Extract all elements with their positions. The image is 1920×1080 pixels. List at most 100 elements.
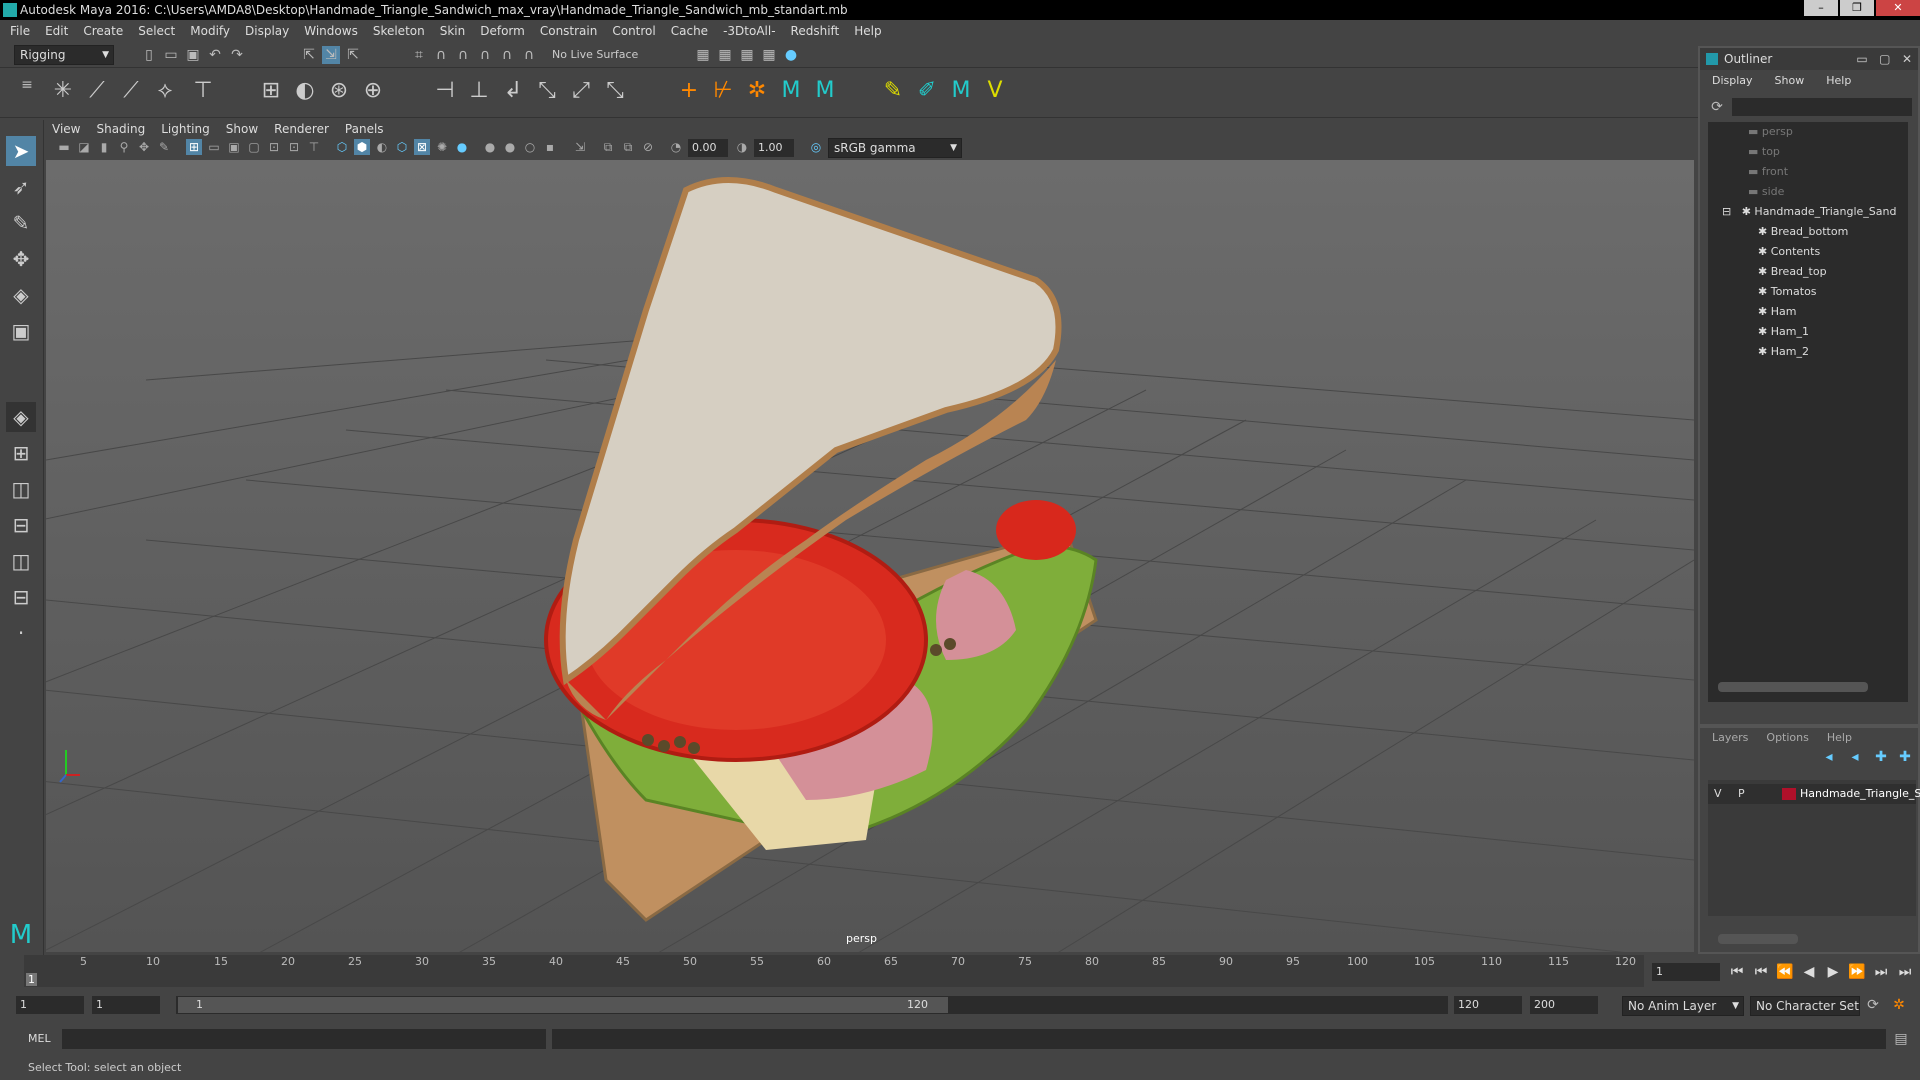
layer-menu-help[interactable]: Help (1827, 731, 1852, 744)
live-surface-label[interactable]: No Live Surface (552, 48, 638, 61)
motion-blur-icon[interactable]: ● (502, 139, 518, 155)
viewport-persp[interactable]: persp (46, 160, 1694, 952)
depth-of-field-icon[interactable]: ▪ (542, 139, 558, 155)
curve-locator-icon[interactable]: ⊬ (708, 76, 738, 106)
color-management-icon[interactable]: ◎ (808, 139, 824, 155)
menu-help[interactable]: Help (854, 24, 881, 38)
gate-mask-icon[interactable]: ▢ (246, 139, 262, 155)
viewport-menu-panels[interactable]: Panels (345, 122, 384, 136)
film-gate-icon[interactable]: ▭ (206, 139, 222, 155)
range-bar[interactable]: 1 120 (176, 996, 1448, 1014)
hik-icon[interactable]: M (776, 76, 806, 106)
viewport-menu-show[interactable]: Show (226, 122, 258, 136)
move-layer-up-icon[interactable]: ◂ (1820, 748, 1838, 766)
layer-visibility-toggle[interactable]: V (1714, 787, 1722, 800)
script-editor-icon[interactable]: ▤ (1892, 1030, 1910, 1048)
outliner-item-persp[interactable]: ▬ persp (1748, 122, 1793, 142)
step-forward-frame-icon[interactable]: ⏭ (1872, 963, 1890, 981)
smooth-shade-icon[interactable]: ⬢ (354, 139, 370, 155)
snap-view-icon[interactable]: ∩ (476, 46, 494, 64)
menu-cache[interactable]: Cache (671, 24, 708, 38)
four-view-icon[interactable]: ⊞ (6, 438, 36, 468)
ik-spline-icon[interactable]: ⟋ (116, 76, 146, 106)
aim-constraint-icon[interactable]: ⊥ (464, 76, 494, 106)
menuset-dropdown[interactable]: Rigging ▼ (14, 45, 114, 65)
cluster-icon[interactable]: ⊞ (256, 76, 286, 106)
menu-3dtoall[interactable]: -3DtoAll- (723, 24, 775, 38)
xray-components-icon[interactable]: ⊘ (640, 139, 656, 155)
go-to-end-icon[interactable]: ⏭ (1896, 963, 1914, 981)
layer-menu-layers[interactable]: Layers (1712, 731, 1748, 744)
brush-icon[interactable]: ✐ (912, 76, 942, 106)
outliner-menu-display[interactable]: Display (1712, 74, 1753, 87)
range-handle[interactable]: 1 120 (178, 997, 948, 1013)
maximize-button[interactable]: ❐ (1840, 0, 1874, 16)
new-scene-icon[interactable]: ▯ (140, 46, 158, 64)
layer-color-swatch[interactable] (1782, 788, 1796, 800)
play-backward-icon[interactable]: ◀ (1800, 963, 1818, 981)
snap-surface-icon[interactable]: ∩ (498, 46, 516, 64)
mirror-joint-icon[interactable]: ⊤ (188, 76, 218, 106)
menu-display[interactable]: Display (245, 24, 289, 38)
colorspace-dropdown[interactable]: sRGB gamma ▼ (828, 138, 962, 158)
render-view-icon[interactable]: ▦ (760, 46, 778, 64)
outliner-item-side[interactable]: ▬ side (1748, 182, 1784, 202)
skin-icon[interactable]: ✲ (742, 76, 772, 106)
step-forward-key-icon[interactable]: ⏩ (1848, 963, 1866, 981)
new-layer-selected-icon[interactable]: ✚ (1896, 748, 1914, 766)
shelf-menu-icon[interactable]: ≡ (18, 76, 36, 94)
snap-curve-icon[interactable]: ∩ (432, 46, 450, 64)
outliner-item-bread-bottom[interactable]: ✱ Bread_bottom (1758, 222, 1848, 242)
play-forward-icon[interactable]: ▶ (1824, 963, 1842, 981)
viewport-menu-shading[interactable]: Shading (96, 122, 145, 136)
anim-layer-dropdown[interactable]: No Anim Layer ▼ (1622, 996, 1744, 1016)
safe-title-icon[interactable]: ⊤ (306, 139, 322, 155)
field-chart-icon[interactable]: ⊡ (266, 139, 282, 155)
menu-constrain[interactable]: Constrain (540, 24, 598, 38)
menu-select[interactable]: Select (138, 24, 175, 38)
locator-icon[interactable]: + (674, 76, 704, 106)
menu-deform[interactable]: Deform (480, 24, 525, 38)
menu-redshift[interactable]: Redshift (791, 24, 840, 38)
select-object-icon[interactable]: ⇲ (322, 46, 340, 64)
rotate-tool-icon[interactable]: ◈ (6, 280, 36, 310)
hypershade-icon[interactable]: ● (782, 46, 800, 64)
command-input[interactable] (62, 1029, 546, 1049)
insert-joint-icon[interactable]: ⟡ (150, 76, 180, 106)
anti-alias-icon[interactable]: ○ (522, 139, 538, 155)
scale-tool-icon[interactable]: ▣ (6, 316, 36, 346)
script-language-label[interactable]: MEL (28, 1032, 51, 1045)
persp-graph-icon[interactable]: ⊟ (6, 510, 36, 540)
shadows-icon[interactable]: ● (454, 139, 470, 155)
close-button[interactable]: ✕ (1876, 0, 1920, 16)
new-layer-icon[interactable]: ✚ (1872, 748, 1890, 766)
safe-action-icon[interactable]: ⊡ (286, 139, 302, 155)
side-by-side-icon[interactable]: ◫ (6, 474, 36, 504)
select-camera-icon[interactable]: ▬ (56, 139, 72, 155)
pole-vector-icon[interactable]: ⤡ (600, 76, 630, 106)
go-to-start-icon[interactable]: ⏮ (1728, 963, 1746, 981)
outliner-menu-show[interactable]: Show (1775, 74, 1805, 87)
lattice-icon[interactable]: ◐ (290, 76, 320, 106)
wireframe-icon[interactable]: ⬡ (334, 139, 350, 155)
menu-edit[interactable]: Edit (45, 24, 68, 38)
paint-weights-icon[interactable]: ✎ (878, 76, 908, 106)
textured-icon[interactable]: ⊠ (414, 139, 430, 155)
outliner-window-controls[interactable]: ▭ ▢ ✕ (1856, 48, 1912, 70)
animation-prefs-icon[interactable]: ✲ (1890, 996, 1908, 1014)
viewport-menu-view[interactable]: View (52, 122, 80, 136)
menu-create[interactable]: Create (83, 24, 123, 38)
gamma-icon[interactable]: ◑ (734, 139, 750, 155)
layer-horizontal-scrollbar[interactable] (1718, 934, 1798, 944)
select-hierarchy-icon[interactable]: ⇱ (300, 46, 318, 64)
snap-grid-icon[interactable]: ⌗ (410, 46, 428, 64)
time-slider[interactable]: 1 5 10 15 20 25 30 35 40 45 50 55 60 65 … (0, 955, 1920, 988)
outliner-item-tomatos[interactable]: ✱ Tomatos (1758, 282, 1817, 302)
menu-windows[interactable]: Windows (304, 24, 358, 38)
viewport-menu-lighting[interactable]: Lighting (161, 122, 210, 136)
outliner-menu-help[interactable]: Help (1826, 74, 1851, 87)
end-time-field[interactable]: 200 (1530, 996, 1598, 1014)
wireframe-on-shaded-icon[interactable]: ◐ (374, 139, 390, 155)
layer-menu-options[interactable]: Options (1766, 731, 1808, 744)
minimize-button[interactable]: – (1804, 0, 1838, 16)
